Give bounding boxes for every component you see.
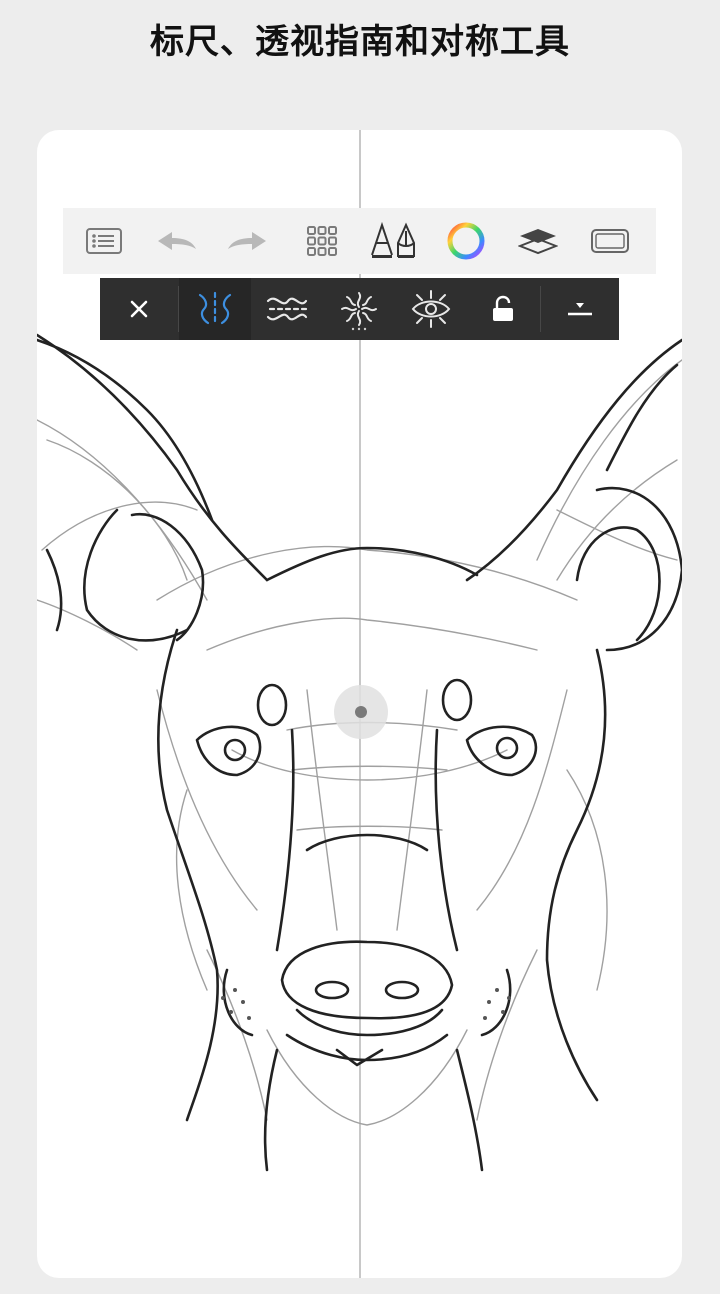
lock-open-icon (493, 295, 513, 321)
color-wheel-icon (447, 222, 485, 260)
layers-icon (518, 229, 558, 255)
symmetry-center-dot (355, 706, 367, 718)
promo-title: 标尺、透视指南和对称工具 (150, 22, 570, 62)
redo-button[interactable] (215, 208, 281, 274)
layers-button[interactable] (505, 208, 571, 274)
wave-symmetry-icon (266, 297, 308, 321)
radial-symmetry-button[interactable] (323, 278, 395, 340)
radial-symmetry-icon (341, 292, 377, 331)
mirror-symmetry-icon (198, 291, 232, 325)
list-button[interactable] (71, 208, 137, 274)
main-toolbar (63, 208, 656, 274)
color-picker-button[interactable] (433, 208, 499, 274)
collapse-toolbar-button[interactable] (541, 278, 619, 340)
grid-icon (307, 226, 337, 256)
kaleidoscope-symmetry-icon (411, 290, 451, 328)
wave-symmetry-button[interactable] (251, 278, 323, 340)
redo-icon (228, 232, 266, 250)
gallery-grid-button[interactable] (289, 208, 355, 274)
close-icon (130, 300, 148, 318)
kaleidoscope-symmetry-button[interactable] (395, 278, 467, 340)
canvas-button[interactable] (577, 208, 643, 274)
list-icon (86, 228, 122, 254)
undo-icon (158, 232, 196, 250)
brush-pen-icon (371, 221, 415, 258)
app-screen (37, 130, 682, 1278)
brush-tool-button[interactable] (361, 208, 427, 274)
lock-toggle-button[interactable] (467, 278, 539, 340)
mirror-symmetry-button[interactable] (179, 278, 251, 340)
symmetry-toolbar (100, 278, 619, 340)
collapse-icon (568, 303, 592, 316)
symmetry-center-handle[interactable] (334, 685, 388, 739)
canvas-frame-icon (591, 229, 629, 253)
undo-button[interactable] (143, 208, 209, 274)
close-symmetry-button[interactable] (100, 278, 178, 340)
